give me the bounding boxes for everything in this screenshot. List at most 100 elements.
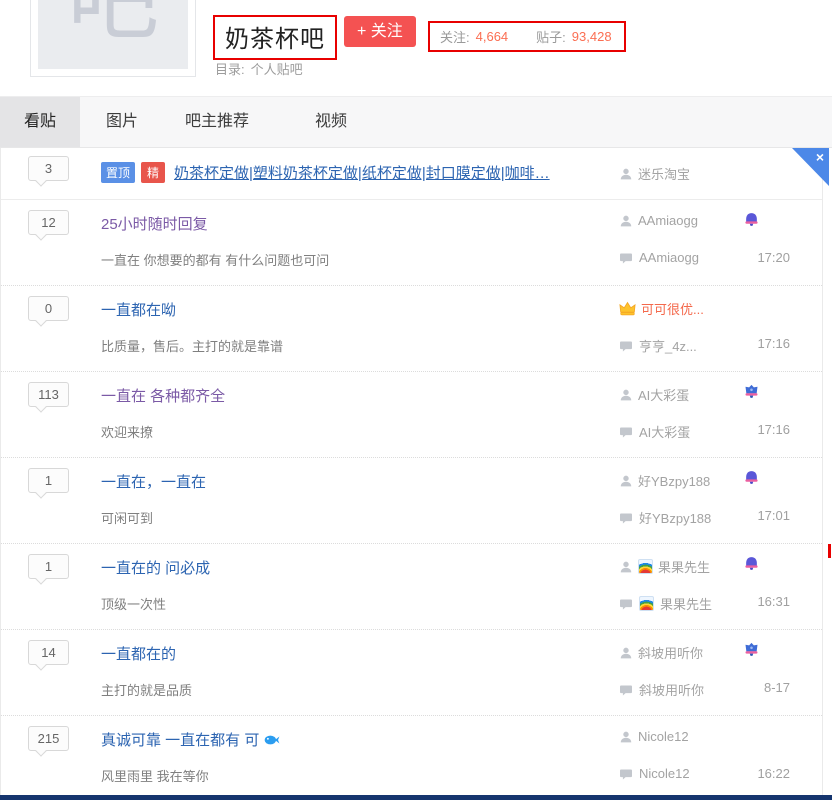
reply-count: 1 <box>45 473 52 488</box>
reply-count: 0 <box>45 301 52 316</box>
thread-row: 12 25小时随时回复 一直在 你想要的都有 有什么问题也可问 AAmiaogg… <box>1 200 822 286</box>
last-reply-time: 8-17 <box>764 680 790 695</box>
bell-badge-icon[interactable] <box>744 556 759 571</box>
thread-title-link[interactable]: 奶茶杯定做|塑料奶茶杯定做|纸杯定做|封口膜定做|咖啡… <box>174 162 550 183</box>
thread-row: 1 一直在，一直在 可闲可到 好YBzpy188 好YBzpy188 17:01 <box>1 458 822 544</box>
directory-value[interactable]: 个人贴吧 <box>251 62 303 77</box>
reply-count-badge: 0 <box>28 296 69 321</box>
reply-count-badge: 1 <box>28 554 69 579</box>
tab-tupian[interactable]: 图片 <box>106 97 138 147</box>
thread-title-link[interactable]: 一直都在呦 <box>101 299 176 320</box>
follow-button[interactable]: + 关注 <box>344 16 416 47</box>
author-name[interactable]: 可可很优... <box>641 299 704 318</box>
last-reply: 斜坡用听你 <box>619 680 704 699</box>
person-icon <box>619 388 633 402</box>
thread-list: 3 置顶 精 奶茶杯定做|塑料奶茶杯定做|纸杯定做|封口膜定做|咖啡… 迷乐淘宝… <box>0 148 823 795</box>
reply-count-badge: 12 <box>28 210 69 235</box>
person-icon <box>619 214 633 228</box>
last-reply-user[interactable]: AI大彩蛋 <box>639 422 690 441</box>
author-name[interactable]: 迷乐淘宝 <box>638 164 690 183</box>
thread-author: AI大彩蛋 <box>619 385 689 404</box>
flower-badge-icon[interactable] <box>744 642 759 657</box>
last-reply-user[interactable]: 斜坡用听你 <box>639 680 704 699</box>
forum-header: 吧 奶茶杯吧 + 关注 关注: 4,664 贴子: 93,428 目录: 个人贴吧 <box>0 0 832 96</box>
tab-shipin[interactable]: 视频 <box>315 97 347 147</box>
last-reply-user[interactable]: Nicole12 <box>639 766 690 781</box>
bottom-edge-bar <box>0 795 832 800</box>
directory-label: 目录: <box>215 62 245 77</box>
reply-count-badge: 14 <box>28 640 69 665</box>
speech-bubble-icon <box>619 767 633 781</box>
tab-bazhutuijian[interactable]: 吧主推荐 <box>185 97 249 147</box>
thread-title-link[interactable]: 一直在 各种都齐全 <box>101 385 225 406</box>
reply-count-badge: 215 <box>28 726 69 751</box>
bell-badge-icon[interactable] <box>744 212 759 227</box>
last-reply-user[interactable]: 果果先生 <box>660 594 712 613</box>
thread-author: 可可很优... <box>619 299 704 318</box>
annotation-edge-mark <box>828 544 831 558</box>
last-reply-time: 16:31 <box>757 594 790 609</box>
reply-count: 215 <box>38 731 60 746</box>
last-reply: 果果先生 <box>619 594 712 613</box>
speech-bubble-icon <box>619 425 633 439</box>
speech-bubble-icon <box>619 597 633 611</box>
last-reply-user[interactable]: 亨亨_4z... <box>639 336 697 355</box>
thread-title-link[interactable]: 25小时随时回复 <box>101 213 208 234</box>
thread-row: 3 置顶 精 奶茶杯定做|塑料奶茶杯定做|纸杯定做|封口膜定做|咖啡… 迷乐淘宝 <box>1 148 822 200</box>
thread-author: 果果先生 <box>619 557 710 576</box>
author-name[interactable]: 果果先生 <box>658 557 710 576</box>
post-count-value: 93,428 <box>572 29 612 44</box>
thread-row: 1 一直在的 问必成 顶级一次性 果果先生 果果先生 16:31 <box>1 544 822 630</box>
author-name[interactable]: 好YBzpy188 <box>638 471 710 490</box>
pinned-badge: 置顶 <box>101 162 135 183</box>
forum-title: 奶茶杯吧 <box>225 26 325 53</box>
tab-kantie[interactable]: 看贴 <box>0 97 80 147</box>
reply-count-badge: 113 <box>28 382 69 407</box>
thread-title-link[interactable]: 一直都在的 <box>101 643 176 664</box>
reply-count-badge: 3 <box>28 156 69 181</box>
flower-badge-icon[interactable] <box>744 384 759 399</box>
last-reply-time: 17:16 <box>757 336 790 351</box>
close-x-icon[interactable]: × <box>816 150 824 164</box>
last-reply-time: 17:16 <box>757 422 790 437</box>
user-avatar-rainbow <box>638 559 653 574</box>
thread-row: 14 一直都在的 主打的就是品质 斜坡用听你 斜坡用听你 8-17 <box>1 630 822 716</box>
bell-badge-icon[interactable] <box>744 470 759 485</box>
speech-bubble-icon <box>619 511 633 525</box>
forum-avatar: 吧 <box>30 0 196 77</box>
author-name[interactable]: AI大彩蛋 <box>638 385 689 404</box>
reply-count: 113 <box>38 387 59 402</box>
last-reply: AAmiaogg <box>619 250 699 265</box>
thread-title-link[interactable]: 真诚可靠 一直在都有 可 <box>101 729 259 750</box>
forum-tab-bar: 看贴 图片 吧主推荐 视频 <box>0 96 832 148</box>
thread-row: 0 一直都在呦 比质量，售后。主打的就是靠谱 可可很优... 亨亨_4z... … <box>1 286 822 372</box>
forum-directory: 目录: 个人贴吧 <box>215 59 303 78</box>
thread-title-link[interactable]: 一直在的 问必成 <box>101 557 210 578</box>
forum-stats-annotation-box: 关注: 4,664 贴子: 93,428 <box>428 21 626 52</box>
thread-author: 斜坡用听你 <box>619 643 703 662</box>
reply-count: 12 <box>41 215 55 230</box>
last-reply-user[interactable]: AAmiaogg <box>639 250 699 265</box>
thread-row: 215 真诚可靠 一直在都有 可 风里雨里 我在等你 Nicole12 Nico… <box>1 716 822 794</box>
thread-snippet: 欢迎来撩 <box>101 422 153 441</box>
last-reply-user[interactable]: 好YBzpy188 <box>639 508 711 527</box>
thread-author: 迷乐淘宝 <box>619 164 690 183</box>
speech-bubble-icon <box>619 251 633 265</box>
last-reply: AI大彩蛋 <box>619 422 690 441</box>
thread-title-link[interactable]: 一直在，一直在 <box>101 471 206 492</box>
author-name[interactable]: 斜坡用听你 <box>638 643 703 662</box>
reply-count: 14 <box>41 645 55 660</box>
tieba-forum-page: 吧 奶茶杯吧 + 关注 关注: 4,664 贴子: 93,428 目录: 个人贴吧… <box>0 0 832 800</box>
person-icon <box>619 560 633 574</box>
person-icon <box>619 730 633 744</box>
author-name[interactable]: AAmiaogg <box>638 213 698 228</box>
speech-bubble-icon <box>619 339 633 353</box>
author-name[interactable]: Nicole12 <box>638 729 689 744</box>
ba-glyph: 吧 <box>67 0 159 69</box>
follow-count-label: 关注: <box>440 27 470 46</box>
reply-count: 3 <box>45 161 52 176</box>
post-count-label: 贴子: <box>536 27 566 46</box>
last-reply-time: 16:22 <box>757 766 790 781</box>
person-icon <box>619 474 633 488</box>
person-icon <box>619 167 633 181</box>
